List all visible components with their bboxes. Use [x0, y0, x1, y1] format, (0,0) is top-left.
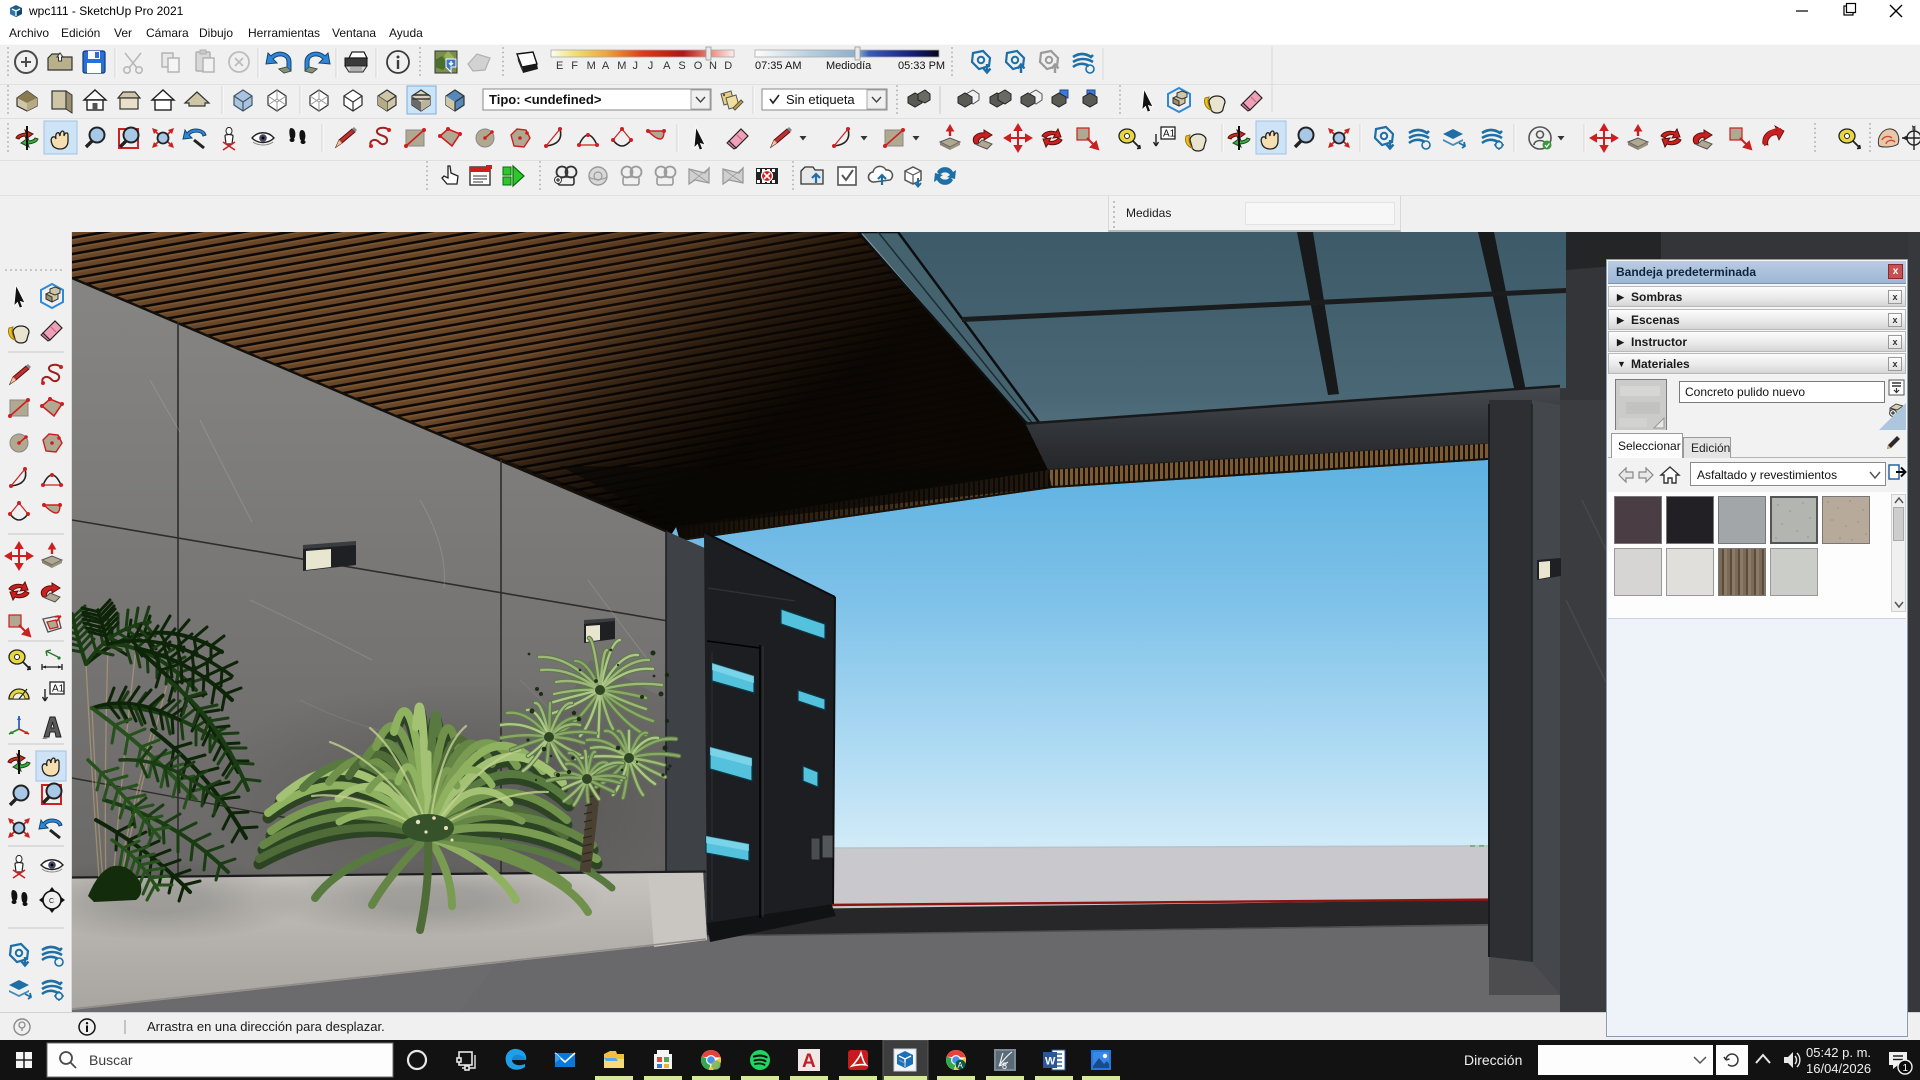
- svg-text:1: 1: [1903, 1063, 1909, 1074]
- svg-text:Dirección: Dirección: [1464, 1052, 1522, 1068]
- svg-text:J: J: [648, 60, 654, 72]
- svg-text:D: D: [724, 60, 732, 72]
- svg-text:A1: A1: [1163, 129, 1176, 140]
- svg-text:M: M: [587, 60, 596, 72]
- svg-text:E: E: [556, 60, 563, 72]
- svg-text:W: W: [1045, 1056, 1056, 1068]
- svg-text:A: A: [958, 1061, 964, 1070]
- svg-text:A: A: [602, 60, 610, 72]
- svg-text:A: A: [802, 1051, 816, 1072]
- svg-text:Buscar: Buscar: [89, 1052, 133, 1068]
- svg-text:S: S: [678, 60, 685, 72]
- svg-text:F: F: [571, 60, 578, 72]
- svg-text:N: N: [709, 60, 717, 72]
- svg-text:8: 8: [1002, 1061, 1007, 1071]
- svg-text:A1: A1: [52, 684, 65, 695]
- svg-text:O: O: [694, 60, 703, 72]
- svg-text:C: C: [49, 898, 54, 905]
- svg-text:J: J: [633, 60, 639, 72]
- svg-text:Mediodía: Mediodía: [826, 60, 872, 72]
- svg-text:07:35 AM: 07:35 AM: [755, 60, 801, 72]
- svg-text:Tipo: <undefined>: Tipo: <undefined>: [489, 92, 602, 107]
- svg-text:N: N: [1912, 126, 1916, 132]
- svg-text:05:42 p. m.: 05:42 p. m.: [1806, 1045, 1871, 1060]
- svg-text:05:33 PM: 05:33 PM: [898, 60, 945, 72]
- svg-text:A: A: [663, 60, 671, 72]
- svg-text:Sin etiqueta: Sin etiqueta: [786, 92, 855, 107]
- svg-text:16/04/2026: 16/04/2026: [1806, 1061, 1871, 1076]
- svg-text:M: M: [617, 60, 626, 72]
